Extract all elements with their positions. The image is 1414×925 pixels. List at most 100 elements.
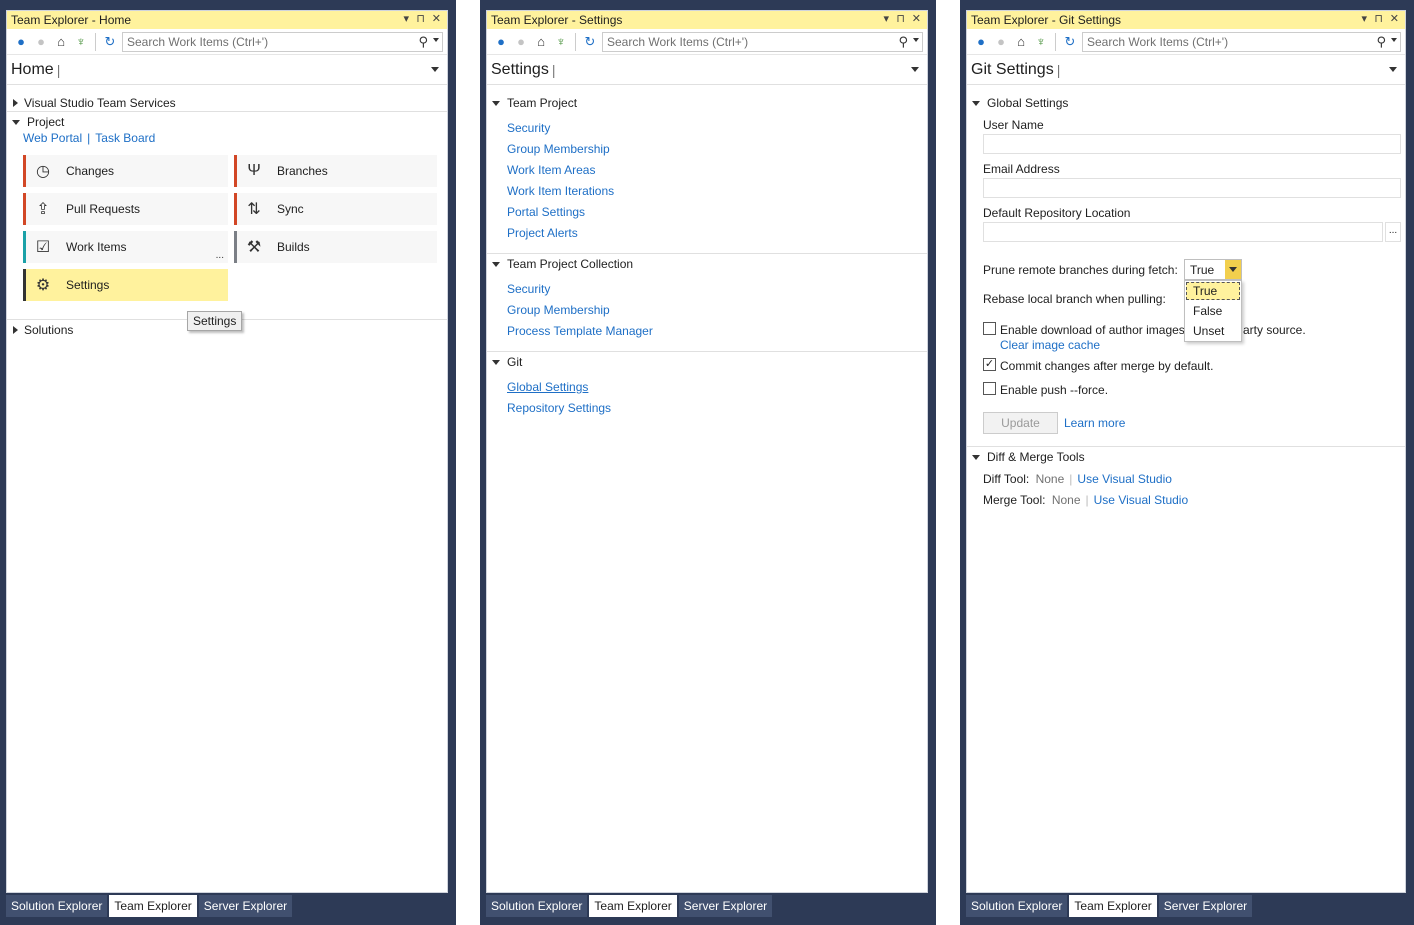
collapse-icon[interactable] xyxy=(492,100,500,106)
link-collection-security[interactable]: Security xyxy=(507,282,550,296)
forward-icon[interactable]: ● xyxy=(991,32,1011,52)
search-input[interactable]: Search Work Items (Ctrl+') ⚲ xyxy=(602,31,923,52)
email-field[interactable] xyxy=(983,178,1401,198)
section-global-settings[interactable]: Global Settings xyxy=(971,96,1068,110)
home-icon[interactable]: ⌂ xyxy=(1011,32,1031,52)
link-portal-settings[interactable]: Portal Settings xyxy=(507,205,585,219)
option-true[interactable]: True xyxy=(1186,282,1240,300)
pin-icon[interactable]: ⊓ xyxy=(1374,12,1383,25)
window-menu-icon[interactable]: ▾ xyxy=(883,12,889,25)
refresh-icon[interactable]: ↻ xyxy=(1060,32,1080,52)
forward-icon[interactable]: ● xyxy=(511,32,531,52)
page-title[interactable]: Git Settings | xyxy=(967,55,1405,85)
option-unset[interactable]: Unset xyxy=(1185,321,1241,341)
connect-icon[interactable]: ♆ xyxy=(1031,32,1051,52)
tab-team-explorer[interactable]: Team Explorer xyxy=(109,895,197,917)
clear-image-cache-link[interactable]: Clear image cache xyxy=(1000,338,1100,352)
window-menu-icon[interactable]: ▾ xyxy=(403,12,409,25)
tile-builds[interactable]: ⚒ Builds xyxy=(234,231,437,263)
page-menu-icon[interactable] xyxy=(1389,67,1397,72)
section-project[interactable]: Project xyxy=(11,115,64,129)
search-icon[interactable]: ⚲ xyxy=(1376,34,1386,50)
connect-icon[interactable]: ♆ xyxy=(551,32,571,52)
expand-icon[interactable] xyxy=(13,326,18,334)
search-input[interactable]: Search Work Items (Ctrl+') ⚲ xyxy=(1082,31,1401,52)
section-diff-merge-tools[interactable]: Diff & Merge Tools xyxy=(971,450,1085,464)
section-solutions[interactable]: Solutions xyxy=(11,323,73,337)
home-icon[interactable]: ⌂ xyxy=(531,32,551,52)
link-project-alerts[interactable]: Project Alerts xyxy=(507,226,578,240)
user-name-field[interactable] xyxy=(983,134,1401,154)
browse-button[interactable]: ... xyxy=(1385,222,1401,242)
section-vsts[interactable]: Visual Studio Team Services xyxy=(11,96,176,110)
collapse-icon[interactable] xyxy=(12,119,20,125)
task-board-link[interactable]: Task Board xyxy=(95,131,155,145)
link-work-item-iterations[interactable]: Work Item Iterations xyxy=(507,184,614,198)
commit-after-merge-checkbox[interactable]: ✓ xyxy=(983,358,996,371)
section-git[interactable]: Git xyxy=(491,355,522,369)
option-false[interactable]: False xyxy=(1185,301,1241,321)
push-force-checkbox[interactable] xyxy=(983,382,996,395)
page-title[interactable]: Home | xyxy=(7,55,447,85)
tab-team-explorer[interactable]: Team Explorer xyxy=(589,895,677,917)
collapse-icon[interactable] xyxy=(972,454,980,460)
web-portal-link[interactable]: Web Portal xyxy=(23,131,82,145)
link-collection-group-membership[interactable]: Group Membership xyxy=(507,303,610,317)
tab-team-explorer[interactable]: Team Explorer xyxy=(1069,895,1157,917)
tab-solution-explorer[interactable]: Solution Explorer xyxy=(966,895,1068,917)
chevron-down-icon[interactable] xyxy=(913,37,919,42)
diff-use-visual-studio-link[interactable]: Use Visual Studio xyxy=(1077,472,1172,486)
search-icon[interactable]: ⚲ xyxy=(418,34,428,50)
section-team-project[interactable]: Team Project xyxy=(491,96,577,110)
chevron-down-icon[interactable] xyxy=(433,37,439,42)
tile-work-items[interactable]: ☑ Work Items ... xyxy=(23,231,228,263)
page-menu-icon[interactable] xyxy=(431,67,439,72)
page-title[interactable]: Settings | xyxy=(487,55,927,85)
prune-select[interactable]: True xyxy=(1184,259,1242,280)
merge-use-visual-studio-link[interactable]: Use Visual Studio xyxy=(1094,493,1189,507)
tile-sync[interactable]: ⇅ Sync xyxy=(234,193,437,225)
link-work-item-areas[interactable]: Work Item Areas xyxy=(507,163,595,177)
update-button[interactable]: Update xyxy=(983,412,1058,434)
tab-server-explorer[interactable]: Server Explorer xyxy=(678,895,773,917)
back-icon[interactable]: ● xyxy=(11,32,31,52)
tab-server-explorer[interactable]: Server Explorer xyxy=(198,895,293,917)
search-input[interactable]: Search Work Items (Ctrl+') ⚲ xyxy=(122,31,443,52)
home-icon[interactable]: ⌂ xyxy=(51,32,71,52)
pin-icon[interactable]: ⊓ xyxy=(896,12,905,25)
back-icon[interactable]: ● xyxy=(971,32,991,52)
repo-location-field[interactable] xyxy=(983,222,1383,242)
pin-icon[interactable]: ⊓ xyxy=(416,12,425,25)
tile-branches[interactable]: Ψ Branches xyxy=(234,155,437,187)
link-security[interactable]: Security xyxy=(507,121,550,135)
tab-solution-explorer[interactable]: Solution Explorer xyxy=(6,895,108,917)
author-images-checkbox[interactable] xyxy=(983,322,996,335)
collapse-icon[interactable] xyxy=(972,100,980,106)
chevron-down-icon[interactable] xyxy=(1225,260,1241,279)
more-options[interactable]: ... xyxy=(216,250,224,261)
search-icon[interactable]: ⚲ xyxy=(898,34,908,50)
forward-icon[interactable]: ● xyxy=(31,32,51,52)
learn-more-link[interactable]: Learn more xyxy=(1064,416,1125,430)
refresh-icon[interactable]: ↻ xyxy=(100,32,120,52)
tile-pull-requests[interactable]: ⇪ Pull Requests xyxy=(23,193,228,225)
expand-icon[interactable] xyxy=(13,99,18,107)
tile-settings[interactable]: ⚙ Settings xyxy=(23,269,228,301)
close-icon[interactable]: ✕ xyxy=(912,12,921,25)
link-group-membership[interactable]: Group Membership xyxy=(507,142,610,156)
refresh-icon[interactable]: ↻ xyxy=(580,32,600,52)
collapse-icon[interactable] xyxy=(492,359,500,365)
collapse-icon[interactable] xyxy=(492,261,500,267)
link-global-settings[interactable]: Global Settings xyxy=(507,380,588,394)
link-repository-settings[interactable]: Repository Settings xyxy=(507,401,611,415)
tab-solution-explorer[interactable]: Solution Explorer xyxy=(486,895,588,917)
connect-icon[interactable]: ♆ xyxy=(71,32,91,52)
chevron-down-icon[interactable] xyxy=(1391,37,1397,42)
link-process-template-manager[interactable]: Process Template Manager xyxy=(507,324,653,338)
section-team-project-collection[interactable]: Team Project Collection xyxy=(491,257,633,271)
close-icon[interactable]: ✕ xyxy=(1390,12,1399,25)
page-menu-icon[interactable] xyxy=(911,67,919,72)
close-icon[interactable]: ✕ xyxy=(432,12,441,25)
tile-changes[interactable]: ◷ Changes xyxy=(23,155,228,187)
window-menu-icon[interactable]: ▾ xyxy=(1361,12,1367,25)
